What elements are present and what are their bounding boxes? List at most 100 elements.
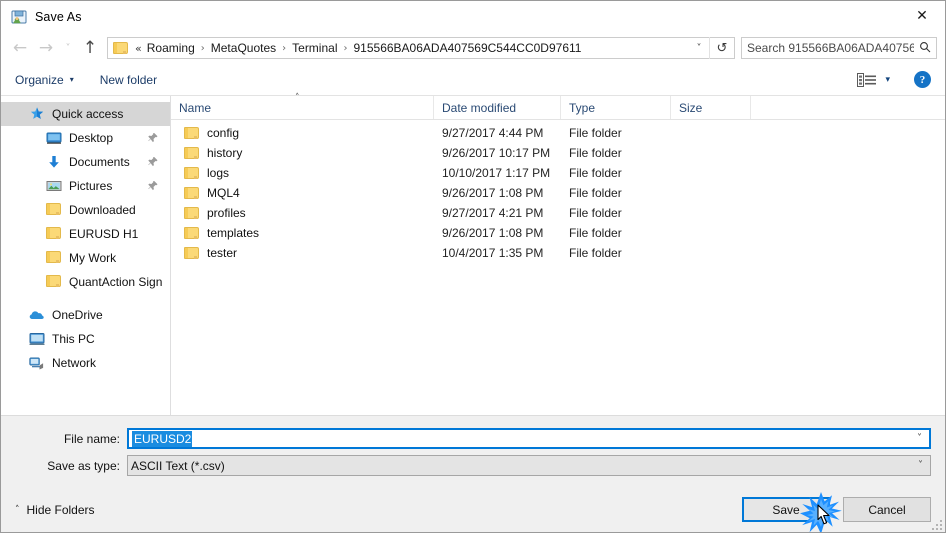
hide-folders-button[interactable]: ˄ Hide Folders [15,503,95,517]
chevron-down-icon[interactable]: ˅ [689,43,709,54]
file-name-cell: profiles [171,206,434,220]
chevron-down-icon[interactable]: ˅ [917,433,922,444]
sidebar-divider [1,294,170,303]
sidebar-item-network[interactable]: Network [1,351,170,375]
sidebar-item-label: EURUSD H1 [69,227,139,241]
command-bar: Organize ▾ New folder ▾ ? [1,64,945,96]
sidebar-item-label: OneDrive [52,308,103,322]
column-header-name[interactable]: Name ˄ [171,93,434,119]
file-type-cell: File folder [569,186,622,200]
breadcrumb-overflow[interactable]: « [133,42,146,55]
file-type-cell: File folder [569,206,622,220]
pin-icon[interactable] [148,133,158,144]
file-type-cell: File folder [569,146,622,160]
column-header-date-modified[interactable]: Date modified [434,96,561,119]
picture-icon [46,178,62,194]
chevron-down-icon[interactable]: ˅ [918,460,923,471]
file-name-row: File name: EURUSD2 ˅ [1,428,931,449]
sidebar-item-quick-access[interactable]: Quick access [1,102,170,126]
cancel-button[interactable]: Cancel [843,497,931,522]
folder-icon [184,246,200,260]
file-type-cell: File folder [569,226,622,240]
sidebar-item-label: Documents [69,155,130,169]
recent-locations-button[interactable]: ˅ [59,35,77,61]
view-options-icon[interactable] [857,72,877,87]
file-name-cell: history [171,146,434,160]
sidebar-item-label: Pictures [69,179,113,193]
sidebar-item-quantaction-signal[interactable]: QuantAction Signal [1,270,170,294]
file-name-label: MQL4 [207,186,240,200]
folder-icon [184,226,200,240]
back-button[interactable]: ← [7,35,33,61]
file-type-cell: File folder [569,246,622,260]
save-form: File name: EURUSD2 ˅ Save as type: ASCII… [1,415,945,487]
file-name-value: EURUSD2 [132,430,193,447]
folder-icon [184,186,200,200]
sidebar-item-label: QuantAction Signal [69,275,162,289]
search-icon [914,41,936,56]
sidebar-item-pictures[interactable]: Pictures [1,174,170,198]
file-date-cell: 9/26/2017 10:17 PM [442,146,551,160]
column-header-type[interactable]: Type [561,96,671,119]
help-icon[interactable]: ? [914,71,931,88]
table-row[interactable]: logs 10/10/2017 1:17 PM File folder [171,163,945,183]
file-date-cell: 10/10/2017 1:17 PM [442,166,551,180]
breadcrumb-item-terminal-id[interactable]: 915566BA06ADA407569C544CC0D97611 [353,41,583,55]
sidebar-item-downloaded[interactable]: Downloaded [1,198,170,222]
table-row[interactable]: profiles 9/27/2017 4:21 PM File folder [171,203,945,223]
breadcrumb-item-terminal[interactable]: Terminal [291,41,338,55]
table-row[interactable]: MQL4 9/26/2017 1:08 PM File folder [171,183,945,203]
breadcrumb-separator: › [200,42,205,54]
folder-icon [46,274,62,290]
table-row[interactable]: templates 9/26/2017 1:08 PM File folder [171,223,945,243]
table-row[interactable]: config 9/27/2017 4:44 PM File folder [171,123,945,143]
save-as-type-row: Save as type: ASCII Text (*.csv) ˅ [1,455,931,476]
breadcrumb-item-roaming[interactable]: Roaming [146,41,196,55]
sidebar-item-my-work[interactable]: My Work [1,246,170,270]
breadcrumb-separator: › [282,42,287,54]
network-icon [29,355,45,371]
sidebar-item-documents[interactable]: Documents [1,150,170,174]
save-as-dialog: Save As ✕ ← → ˅ ↑ « Roaming › MetaQuotes… [0,0,946,533]
pin-icon[interactable] [148,157,158,168]
sidebar-item-this-pc[interactable]: This PC [1,327,170,351]
table-row[interactable]: tester 10/4/2017 1:35 PM File folder [171,243,945,263]
organize-button[interactable]: Organize ▾ [15,73,74,87]
new-folder-button[interactable]: New folder [100,73,157,87]
sidebar-item-label: This PC [52,332,95,346]
organize-label: Organize [15,72,64,87]
refresh-icon[interactable]: ↺ [709,37,734,59]
save-as-type-label: Save as type: [47,458,120,473]
file-date-cell: 10/4/2017 1:35 PM [442,246,544,260]
folder-icon [184,146,200,160]
column-header-size[interactable]: Size [671,96,751,119]
file-type-cell: File folder [569,166,622,180]
file-name-cell: templates [171,226,434,240]
breadcrumb-item-metaquotes[interactable]: MetaQuotes [210,41,277,55]
search-box[interactable]: Search 915566BA06ADA40756... [741,37,937,59]
sidebar-item-onedrive[interactable]: OneDrive [1,303,170,327]
sidebar-item-eurusd-h1[interactable]: EURUSD H1 [1,222,170,246]
save-as-type-select[interactable]: ASCII Text (*.csv) ˅ [127,455,931,476]
folder-icon [46,202,62,218]
chevron-down-icon[interactable]: ▾ [885,75,890,85]
file-date-cell: 9/27/2017 4:21 PM [442,206,544,220]
address-bar[interactable]: « Roaming › MetaQuotes › Terminal › 9155… [107,37,735,59]
save-button[interactable]: Save [742,497,830,522]
file-name-label: File name: [63,431,120,446]
up-button[interactable]: ↑ [77,35,103,61]
forward-button[interactable]: → [33,35,59,61]
file-name-input[interactable]: EURUSD2 ˅ [127,428,931,449]
pin-icon[interactable] [148,181,158,192]
sidebar-item-label: Downloaded [69,203,136,217]
sidebar-item-desktop[interactable]: Desktop [1,126,170,150]
folder-icon [113,41,129,55]
table-row[interactable]: history 9/26/2017 10:17 PM File folder [171,143,945,163]
close-icon[interactable]: ✕ [899,1,945,31]
folder-icon [46,226,62,242]
resize-grip[interactable] [930,518,942,530]
save-as-icon [11,9,27,25]
file-rows: config 9/27/2017 4:44 PM File folder his… [171,120,945,415]
search-input[interactable]: Search 915566BA06ADA40756... [742,41,914,55]
column-header-label: Name [179,100,212,115]
